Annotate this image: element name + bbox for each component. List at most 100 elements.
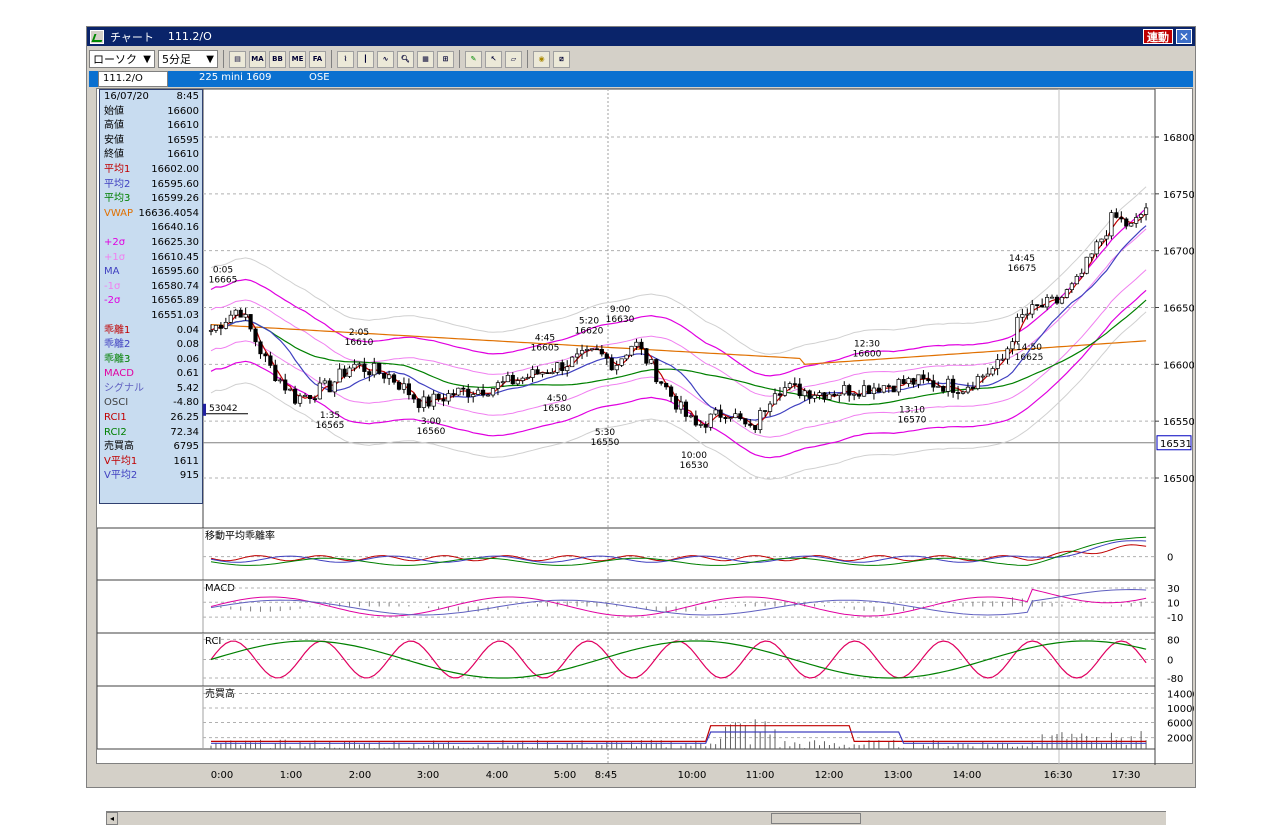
candle-body (258, 341, 263, 355)
candle-body (673, 396, 679, 410)
candle-body (476, 389, 481, 395)
info-row: RCI1 26.25 (100, 411, 202, 426)
candle-body (718, 409, 723, 418)
candle-body (624, 354, 629, 360)
line-chart-icon[interactable]: ⌇ (337, 50, 354, 68)
candle-body (1040, 304, 1045, 308)
time-tick-label: 8:45 (594, 770, 618, 781)
candle-body (678, 401, 684, 410)
candle-body (1134, 217, 1139, 224)
candle-body (213, 324, 219, 331)
candle-body (1143, 207, 1149, 215)
candle-body (555, 362, 560, 373)
candle-body (1010, 341, 1015, 350)
info-row: 16640.16 (100, 221, 202, 236)
candle-body (441, 398, 446, 402)
settings-icon[interactable]: ⊞ (437, 50, 454, 68)
scroll-left-icon[interactable]: ◂ (106, 812, 118, 825)
candle-body (708, 413, 713, 428)
link-button[interactable]: 連動 (1143, 29, 1173, 44)
candle-body (1015, 316, 1020, 343)
title-bar[interactable]: チャート 111.2/O 連動 ✕ (87, 27, 1195, 46)
price-tick-label: 16800 (1163, 133, 1194, 144)
candle-body (792, 383, 797, 385)
candle-body (787, 383, 792, 389)
candle-body (767, 403, 773, 412)
table-icon[interactable]: ▦ (417, 50, 434, 68)
time-tick-label: 5:00 (553, 770, 577, 781)
candle-body (921, 374, 926, 380)
symbol-input[interactable]: 111.2/O (98, 71, 168, 87)
info-label: V平均1 (104, 455, 138, 467)
info-row: VWAP 16636.4054 (100, 207, 202, 222)
chart-canvas[interactable]: 16800 16750 16700 16650 16600 16550 16500 16531… (97, 89, 1194, 765)
candle-body (218, 324, 223, 329)
mie-icon[interactable]: ME (289, 50, 306, 68)
scroll-thumb[interactable] (771, 813, 861, 824)
toolbar-separator (459, 50, 460, 68)
candle-body (965, 386, 971, 393)
info-label: 乖離1 (104, 324, 131, 336)
info-label: 終値 (104, 149, 124, 161)
cursor-icon[interactable]: ↖ (485, 50, 502, 68)
toolbar-separator (223, 50, 224, 68)
candle-chart-icon[interactable]: ┃ (357, 50, 374, 68)
annotation-time: 14:45 (1009, 254, 1035, 264)
candle-body (332, 381, 337, 393)
candle-body (317, 382, 322, 400)
candle-body (347, 367, 352, 377)
horizontal-scrollbar[interactable]: ◂ (106, 811, 1166, 825)
close-icon[interactable]: ✕ (1176, 29, 1192, 44)
chart-type-select[interactable]: ローソク ▼ (89, 50, 155, 68)
info-label: RCI2 (104, 426, 127, 438)
new-chart-icon[interactable]: ▤ (229, 50, 246, 68)
info-label: 乖離3 (104, 353, 131, 365)
sub-pane-frame (97, 685, 1156, 750)
candle-body (698, 424, 703, 426)
chart-type-value: ローソク (93, 53, 137, 66)
find-icon[interactable]: ◉ (533, 50, 550, 68)
candle-body (451, 393, 456, 396)
info-panel: 16/07/20 8:45 始値 16600 高値 16610 安値 16595 終値 166… (99, 89, 203, 504)
bb-icon[interactable]: BB (269, 50, 286, 68)
candle-body (416, 398, 421, 408)
candle-body (1119, 217, 1124, 220)
info-row: 平均2 16595.60 (100, 178, 202, 193)
candle-body (391, 374, 397, 383)
info-row: 乖離1 0.04 (100, 324, 202, 339)
info-datetime-row: 16/07/20 8:45 (100, 90, 202, 105)
candle-body (896, 379, 901, 393)
fa-icon[interactable]: FA (309, 50, 326, 68)
candle-body (505, 374, 510, 383)
indicator-icon[interactable]: ∿ (377, 50, 394, 68)
candle-body (560, 362, 565, 371)
candle-body (936, 385, 941, 388)
print-icon[interactable]: ⧄ (553, 50, 570, 68)
info-row: MACD 0.61 (100, 367, 202, 382)
info-row: -2σ 16565.89 (100, 294, 202, 309)
annotation-price: 16565 (316, 421, 345, 431)
candle-body (951, 378, 956, 393)
candle-body (931, 380, 936, 388)
candle-body (297, 395, 303, 404)
interval-select[interactable]: 5分足 ▼ (158, 50, 218, 68)
candle-body (1045, 297, 1050, 308)
eraser-icon[interactable]: ▱ (505, 50, 522, 68)
candle-body (886, 385, 891, 387)
candle-body (1030, 304, 1035, 315)
info-row: シグナル 5.42 (100, 382, 202, 397)
chart-area[interactable]: 16800 16750 16700 16650 16600 16550 16500 16531… (96, 88, 1194, 825)
info-value: 16610 (167, 149, 199, 161)
candle-body (802, 390, 807, 397)
zoom-icon[interactable]: 🔍︎ (397, 50, 414, 68)
candle-body (980, 375, 985, 378)
info-value: 16599.26 (151, 193, 199, 205)
time-tick-label: 4:00 (485, 770, 509, 781)
candle-body (654, 359, 659, 383)
annotation-price: 16665 (209, 275, 238, 285)
candle-body (812, 395, 817, 399)
ma-icon[interactable]: MA (249, 50, 266, 68)
candle-body (238, 309, 243, 318)
pen-icon[interactable]: ✎ (465, 50, 482, 68)
symbol-description: 225 mini 1609 (199, 72, 272, 83)
